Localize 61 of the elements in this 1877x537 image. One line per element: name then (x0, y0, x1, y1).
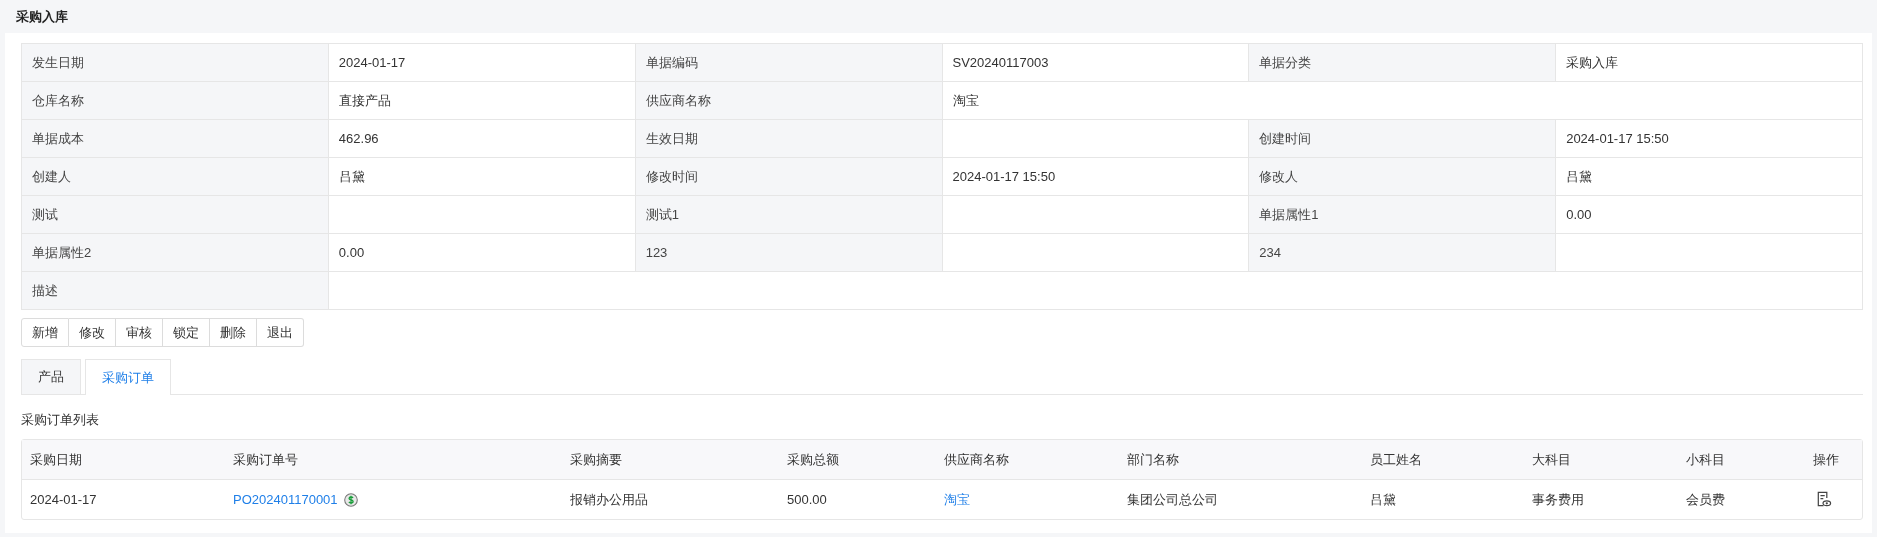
toolbar-button[interactable]: 退出 (257, 318, 304, 347)
column-header: 大科目 (1531, 450, 1572, 469)
field-label: 234 (1249, 234, 1557, 272)
field-label: 描述 (22, 272, 329, 310)
toolbar-button[interactable]: 锁定 (163, 318, 210, 347)
field-label: 修改人 (1249, 158, 1557, 196)
table-cell-text: 集团公司总公司 (1126, 490, 1219, 509)
column-header: 操作 (1812, 450, 1840, 469)
field-label: 仓库名称 (22, 82, 329, 120)
document-view-icon[interactable] (1815, 491, 1832, 508)
field-label: 单据分类 (1249, 44, 1557, 82)
field-value: 直接产品 (328, 82, 636, 120)
field-value: SV20240117003 (942, 44, 1250, 82)
field-value: 2024-01-17 (328, 44, 636, 82)
table-cell-text: 2024-01-17 (29, 492, 98, 507)
table-cell-text: 事务费用 (1531, 490, 1585, 509)
field-label: 测试 (22, 196, 329, 234)
column-header: 采购日期 (29, 450, 83, 469)
field-label: 创建时间 (1249, 120, 1557, 158)
list-title: 采购订单列表 (21, 411, 100, 429)
column-header: 采购总额 (786, 450, 840, 469)
column-header: 员工姓名 (1369, 450, 1423, 469)
column-header: 采购摘要 (569, 450, 623, 469)
field-value: 吕黛 (328, 158, 636, 196)
table-cell-text: 吕黛 (1369, 490, 1397, 509)
field-value: 0.00 (328, 234, 636, 272)
field-value: 0.00 (1556, 196, 1863, 234)
field-value: 吕黛 (1556, 158, 1863, 196)
column-header: 部门名称 (1126, 450, 1180, 469)
tab[interactable]: 采购订单 (85, 359, 171, 395)
dollar-icon[interactable] (343, 492, 358, 507)
column-header: 采购订单号 (232, 450, 299, 469)
toolbar-button[interactable]: 修改 (69, 318, 116, 347)
toolbar-button[interactable]: 删除 (210, 318, 257, 347)
field-label: 单据属性2 (22, 234, 329, 272)
field-label: 生效日期 (635, 120, 943, 158)
field-label: 单据成本 (22, 120, 329, 158)
field-value: 淘宝 (942, 82, 1863, 120)
column-header: 小科目 (1685, 450, 1726, 469)
table-cell-text: 报销办公用品 (569, 490, 649, 509)
field-label: 123 (635, 234, 943, 272)
field-value: 采购入库 (1556, 44, 1863, 82)
field-label: 发生日期 (22, 44, 329, 82)
field-value: 2024-01-17 15:50 (942, 158, 1250, 196)
field-label: 单据编码 (635, 44, 943, 82)
column-header: 供应商名称 (943, 450, 1010, 469)
field-label: 供应商名称 (635, 82, 943, 120)
field-label: 创建人 (22, 158, 329, 196)
field-label: 单据属性1 (1249, 196, 1557, 234)
toolbar-button[interactable]: 新增 (21, 318, 69, 347)
page-title: 采购入库 (16, 7, 68, 26)
table-cell-text: 500.00 (786, 492, 828, 507)
field-label: 修改时间 (635, 158, 943, 196)
order-link[interactable]: PO202401170001 (233, 492, 338, 507)
field-label: 测试1 (635, 196, 943, 234)
supplier-link[interactable]: 淘宝 (944, 490, 970, 509)
field-value: 462.96 (328, 120, 636, 158)
toolbar-button[interactable]: 审核 (116, 318, 163, 347)
tab[interactable]: 产品 (21, 359, 81, 394)
table-cell-text: 会员费 (1685, 490, 1726, 509)
field-value: 2024-01-17 15:50 (1556, 120, 1863, 158)
